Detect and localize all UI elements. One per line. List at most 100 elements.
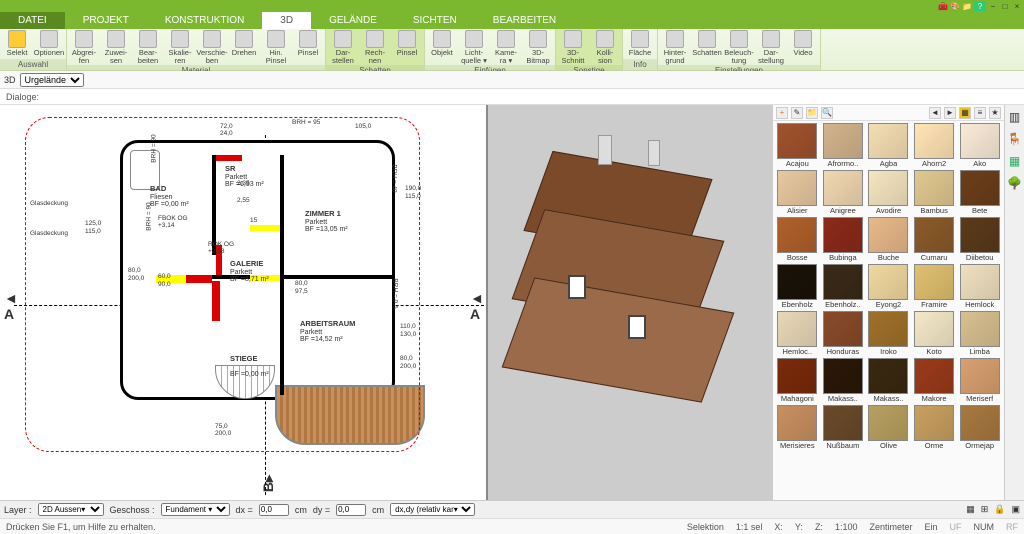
- material-swatch[interactable]: Hemlock: [957, 264, 1002, 310]
- material-swatch[interactable]: Ahorn2: [912, 123, 957, 169]
- material-swatch[interactable]: Acajou: [775, 123, 820, 169]
- ribbon-btn[interactable]: 3D- Bitmap: [523, 30, 553, 64]
- view-icon[interactable]: ▣: [1011, 504, 1020, 515]
- material-swatch[interactable]: Olive: [866, 405, 911, 451]
- material-swatch[interactable]: Framire: [912, 264, 957, 310]
- ribbon-btn[interactable]: Abgrei- fen: [69, 30, 99, 64]
- material-swatch[interactable]: Hemloc..: [775, 311, 820, 357]
- ribbon-btn[interactable]: Licht- quelle ▾: [459, 30, 489, 64]
- material-swatch[interactable]: Diibetou: [957, 217, 1002, 263]
- view-2d[interactable]: ◄A ◄A B▸ BADFlies: [0, 105, 488, 500]
- dimension-label: 130,0: [400, 331, 416, 338]
- palette-icon[interactable]: 🎨: [950, 1, 960, 11]
- coord-mode-dropdown[interactable]: dx,dy (relativ kar▾: [390, 503, 475, 516]
- grid-icon[interactable]: ▦: [966, 504, 975, 515]
- material-swatch[interactable]: Koto: [912, 311, 957, 357]
- ribbon-btn[interactable]: Pinsel: [293, 30, 323, 57]
- add-icon[interactable]: +: [776, 107, 788, 119]
- material-swatch[interactable]: Meriserf: [957, 358, 1002, 404]
- geschoss-dropdown[interactable]: Fundament ▾: [161, 503, 230, 516]
- view-thumb-icon[interactable]: ▦: [959, 107, 971, 119]
- menu-tab-3d[interactable]: 3D: [262, 12, 311, 29]
- ribbon-btn[interactable]: Kame- ra ▾: [491, 30, 521, 64]
- ribbon-btn[interactable]: Pinsel: [392, 30, 422, 57]
- ribbon-btn[interactable]: Drehen: [229, 30, 259, 57]
- close-icon[interactable]: ×: [1012, 1, 1022, 11]
- terrain-dropdown[interactable]: Urgelände: [20, 73, 84, 87]
- material-swatch[interactable]: Afrormo..: [821, 123, 866, 169]
- search-icon[interactable]: 🔍: [821, 107, 833, 119]
- material-swatch[interactable]: Nußbaum: [821, 405, 866, 451]
- ribbon-btn[interactable]: Dar- stellen: [328, 30, 358, 64]
- material-swatch[interactable]: Honduras: [821, 311, 866, 357]
- ribbon-btn[interactable]: Schatten: [692, 30, 722, 57]
- ribbon-btn[interactable]: 3D- Schnitt: [558, 30, 588, 64]
- dx-input[interactable]: [259, 504, 289, 516]
- material-swatch[interactable]: Mahagoni: [775, 358, 820, 404]
- ribbon-btn[interactable]: Video: [788, 30, 818, 57]
- ribbon-btn[interactable]: Optionen: [34, 30, 64, 57]
- plant-icon[interactable]: 🌳: [1007, 175, 1023, 191]
- material-swatch[interactable]: Alisier: [775, 170, 820, 216]
- material-swatch[interactable]: Bosse: [775, 217, 820, 263]
- ribbon-btn[interactable]: Skalie- ren: [165, 30, 195, 64]
- material-swatch[interactable]: Anigree: [821, 170, 866, 216]
- ribbon-btn[interactable]: Beleuch- tung: [724, 30, 754, 64]
- snap-icon[interactable]: ⊞: [981, 504, 989, 515]
- furniture-icon[interactable]: 🪑: [1007, 131, 1023, 147]
- material-swatch[interactable]: Makass..: [821, 358, 866, 404]
- maximize-icon[interactable]: □: [1000, 1, 1010, 11]
- star-icon[interactable]: ★: [989, 107, 1001, 119]
- material-swatch[interactable]: Agba: [866, 123, 911, 169]
- folder-icon[interactable]: 📁: [962, 1, 972, 11]
- view-3d[interactable]: [488, 105, 772, 500]
- ribbon-btn[interactable]: Hinter- grund: [660, 30, 690, 64]
- ribbon-btn[interactable]: Fläche: [625, 30, 655, 57]
- ribbon-btn[interactable]: Rech- nen: [360, 30, 390, 64]
- menu-tab-sichten[interactable]: SICHTEN: [395, 12, 475, 29]
- view-list-icon[interactable]: ≡: [974, 107, 986, 119]
- material-swatch[interactable]: Ako: [957, 123, 1002, 169]
- ribbon-btn[interactable]: Objekt: [427, 30, 457, 57]
- menu-tab-projekt[interactable]: PROJEKT: [65, 12, 147, 29]
- menu-tab-bearbeiten[interactable]: BEARBEITEN: [475, 12, 574, 29]
- material-swatch[interactable]: Eyong2: [866, 264, 911, 310]
- ribbon-btn[interactable]: Kolli- sion: [590, 30, 620, 64]
- suitcase-icon[interactable]: 🧰: [938, 1, 948, 11]
- material-swatch[interactable]: Limba: [957, 311, 1002, 357]
- ribbon-btn[interactable]: Selekt: [2, 30, 32, 57]
- dy-input[interactable]: [336, 504, 366, 516]
- material-swatch[interactable]: Bubinga: [821, 217, 866, 263]
- menu-tab-konstruktion[interactable]: KONSTRUKTION: [147, 12, 262, 29]
- ribbon-btn[interactable]: Verschie- ben: [197, 30, 227, 64]
- lock-icon[interactable]: 🔒: [994, 504, 1005, 515]
- layer-dropdown[interactable]: 2D Aussen▾: [38, 503, 104, 516]
- ribbon-btn[interactable]: Zuwei- sen: [101, 30, 131, 64]
- minimize-icon[interactable]: −: [988, 1, 998, 11]
- material-swatch[interactable]: Makass..: [866, 358, 911, 404]
- material-swatch[interactable]: Bete: [957, 170, 1002, 216]
- material-swatch[interactable]: Makore: [912, 358, 957, 404]
- menu-tab-gelände[interactable]: GELÄNDE: [311, 12, 395, 29]
- material-swatch[interactable]: Merisieres: [775, 405, 820, 451]
- ribbon-btn[interactable]: Bear- beiten: [133, 30, 163, 64]
- edit-icon[interactable]: ✎: [791, 107, 803, 119]
- material-swatch[interactable]: Ebenholz: [775, 264, 820, 310]
- material-swatch[interactable]: Ebenholz..: [821, 264, 866, 310]
- material-swatch[interactable]: Avodire: [866, 170, 911, 216]
- next-icon[interactable]: ►: [944, 107, 956, 119]
- materials-icon[interactable]: ▦: [1007, 153, 1023, 169]
- material-swatch[interactable]: Iroko: [866, 311, 911, 357]
- help-icon[interactable]: ?: [974, 1, 986, 11]
- material-swatch[interactable]: Bambus: [912, 170, 957, 216]
- ribbon-btn[interactable]: Hin. Pinsel: [261, 30, 291, 64]
- material-swatch[interactable]: Ormejap: [957, 405, 1002, 451]
- prev-icon[interactable]: ◄: [929, 107, 941, 119]
- material-swatch[interactable]: Buche: [866, 217, 911, 263]
- material-swatch[interactable]: Orme: [912, 405, 957, 451]
- ribbon-btn[interactable]: Dar- stellung: [756, 30, 786, 64]
- layers-icon[interactable]: ▥: [1007, 109, 1023, 125]
- folder-icon[interactable]: 📁: [806, 107, 818, 119]
- material-swatch[interactable]: Cumaru: [912, 217, 957, 263]
- menu-tab-datei[interactable]: DATEI: [0, 12, 65, 29]
